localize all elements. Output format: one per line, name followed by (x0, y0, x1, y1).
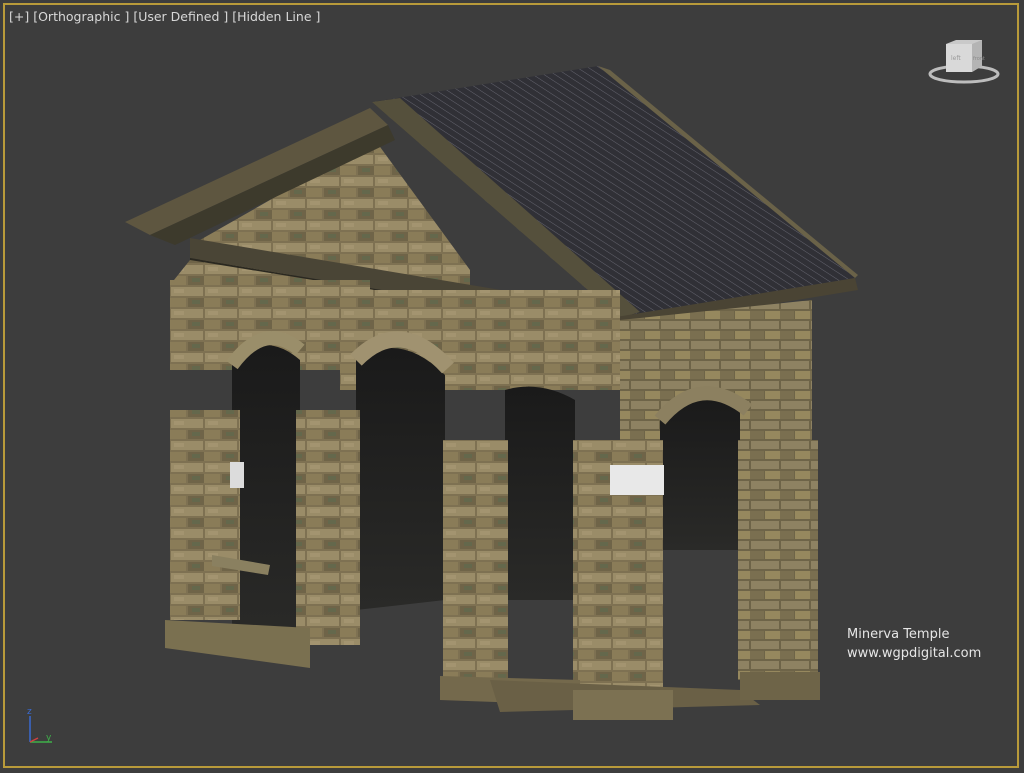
arch-center-left (356, 348, 445, 610)
svg-text:left: left (951, 55, 961, 62)
pier-left (170, 410, 240, 620)
pier-front-left (296, 410, 360, 645)
svg-text:y: y (46, 733, 52, 743)
pier-front-middle (443, 440, 508, 680)
svg-text:front: front (973, 56, 985, 62)
caption-url: www.wgpdigital.com (847, 646, 982, 661)
viewcube[interactable]: left front (926, 38, 1002, 86)
model-caption: Minerva Temple www.wgpdigital.com (847, 625, 981, 663)
arch-center-right (505, 386, 575, 600)
caption-title: Minerva Temple (847, 627, 950, 642)
arch-left (232, 345, 300, 640)
pier-side (738, 440, 818, 680)
arch-side (660, 397, 740, 550)
axis-tripod-icon: z y (27, 707, 52, 743)
3d-viewport[interactable]: [+] [Orthographic ] [User Defined ] [Hid… (0, 0, 1024, 773)
svg-text:z: z (27, 707, 32, 717)
